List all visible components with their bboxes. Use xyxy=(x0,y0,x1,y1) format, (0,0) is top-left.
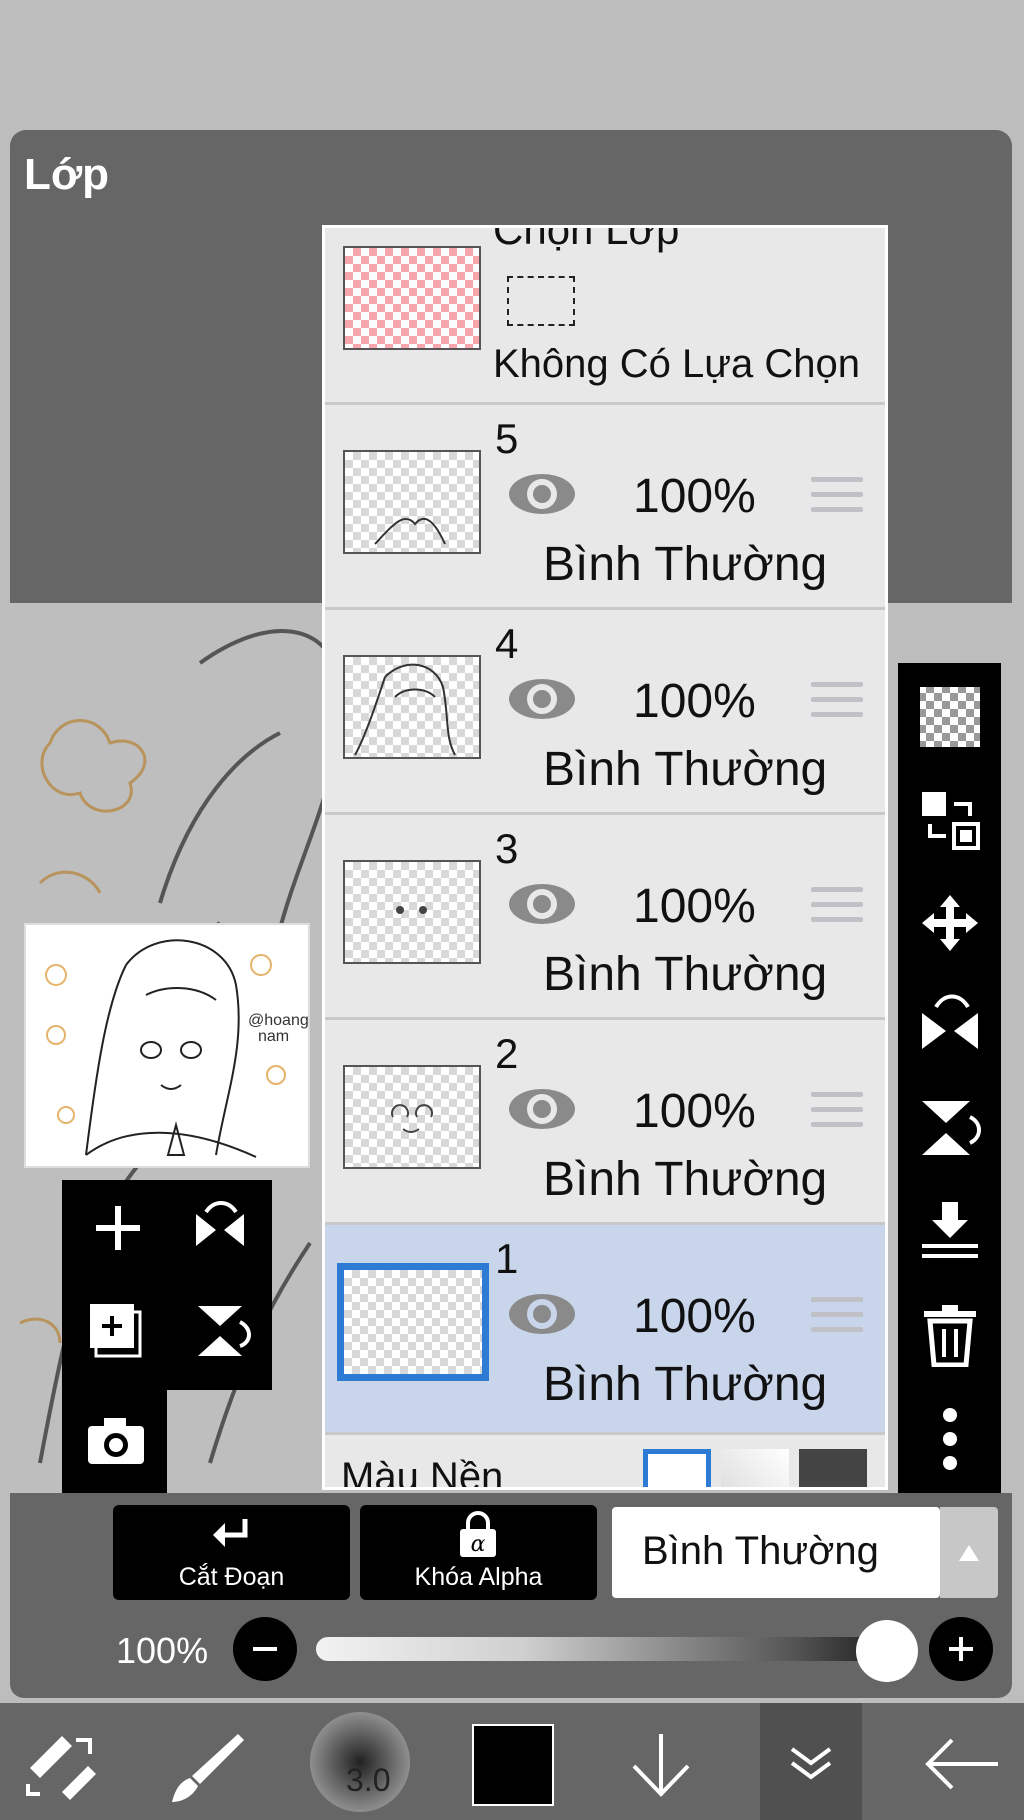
flip-vertical-icon[interactable] xyxy=(918,1095,982,1159)
drag-handle-icon[interactable] xyxy=(811,887,863,927)
layer-row[interactable]: 2 100% Bình Thường xyxy=(325,1020,885,1225)
blend-mode-value: Bình Thường xyxy=(642,1529,879,1573)
clip-arrow-icon xyxy=(213,1519,248,1547)
layer-thumbnail xyxy=(343,1065,481,1169)
layer-blend-mode: Bình Thường xyxy=(543,538,828,591)
layer-tools-strip xyxy=(898,663,1001,1493)
layer-thumbnail xyxy=(343,450,481,554)
move-icon[interactable] xyxy=(918,891,982,955)
eye-icon[interactable] xyxy=(507,471,577,517)
layers-menu-icon xyxy=(790,1747,832,1780)
layer-number: 4 xyxy=(495,620,519,667)
brush-size-value: 3.0 xyxy=(346,1762,391,1798)
layer-row[interactable]: 4 100% Bình Thường xyxy=(325,610,885,815)
bg-dark-option[interactable] xyxy=(799,1449,867,1487)
drag-handle-icon[interactable] xyxy=(811,477,863,517)
layer-row-selected[interactable]: 1 100% Bình Thường xyxy=(325,1225,885,1435)
drag-handle-icon[interactable] xyxy=(811,1092,863,1132)
camera-button[interactable] xyxy=(62,1390,167,1493)
selection-title: Chọn Lớp xyxy=(493,225,680,253)
bg-white-option[interactable] xyxy=(643,1449,711,1487)
drag-handle-icon[interactable] xyxy=(811,1297,863,1337)
opacity-value: 100% xyxy=(116,1630,209,1671)
layer-list: Chọn Lớp Không Có Lựa Chọn 5 100% Bình T… xyxy=(322,225,888,1490)
canvas-preview[interactable]: @hoang nam xyxy=(24,923,310,1168)
lock-icon: α xyxy=(460,1511,496,1557)
selection-status: Không Có Lựa Chọn xyxy=(493,342,861,386)
flip-horizontal-icon[interactable] xyxy=(918,993,982,1057)
layer-blend-mode: Bình Thường xyxy=(543,1358,828,1411)
drag-handle-icon[interactable] xyxy=(811,682,863,722)
background-color-label: Màu Nền xyxy=(341,1455,504,1490)
clipping-label: Cắt Đoạn xyxy=(178,1563,285,1591)
layer-number: 3 xyxy=(495,825,519,872)
transform-icon[interactable] xyxy=(22,1728,98,1800)
layer-number: 5 xyxy=(495,415,519,462)
layer-blend-mode: Bình Thường xyxy=(543,948,828,1001)
down-arrow-icon[interactable] xyxy=(628,1730,694,1800)
eye-icon[interactable] xyxy=(507,676,577,722)
alpha-lock-label: Khóa Alpha xyxy=(414,1563,543,1591)
camera-icon xyxy=(88,1418,144,1464)
swap-layer-icon[interactable] xyxy=(918,788,982,852)
marquee-icon xyxy=(507,276,575,326)
layer-opacity: 100% xyxy=(633,1290,756,1343)
flip-v-icon[interactable] xyxy=(190,1300,252,1362)
eye-icon[interactable] xyxy=(507,1291,577,1337)
layer-blend-mode: Bình Thường xyxy=(543,1153,828,1206)
brush-icon[interactable] xyxy=(170,1728,246,1804)
more-icon[interactable] xyxy=(918,1407,982,1471)
plus-icon xyxy=(949,1637,973,1661)
layer-number: 1 xyxy=(495,1235,519,1282)
svg-text:nam: nam xyxy=(258,1028,289,1045)
bg-checker-option[interactable] xyxy=(721,1449,789,1487)
opacity-increase-button[interactable] xyxy=(929,1617,993,1681)
merge-down-icon[interactable] xyxy=(918,1198,982,1262)
minus-icon xyxy=(253,1647,277,1651)
layer-opacity: 100% xyxy=(633,470,756,523)
trash-icon[interactable] xyxy=(918,1303,982,1367)
selection-thumbnail xyxy=(343,246,481,350)
layer-row[interactable]: 5 100% Bình Thường xyxy=(325,405,885,610)
layer-row[interactable]: 3 100% Bình Thường xyxy=(325,815,885,1020)
svg-text:@hoang: @hoang xyxy=(248,1012,308,1029)
opacity-decrease-button[interactable] xyxy=(233,1617,297,1681)
checkerboard-icon[interactable] xyxy=(918,685,982,749)
eye-icon[interactable] xyxy=(507,1086,577,1132)
add-layer-icon[interactable] xyxy=(90,1200,146,1256)
layer-opacity: 100% xyxy=(633,675,756,728)
duplicate-layer-icon[interactable] xyxy=(86,1300,148,1362)
flip-h-icon[interactable] xyxy=(190,1200,250,1260)
preview-sketch-image: @hoang nam xyxy=(45,939,309,1158)
selection-layer-row[interactable]: Chọn Lớp Không Có Lựa Chọn xyxy=(325,228,885,405)
layer-thumbnail xyxy=(337,1263,489,1381)
back-arrow-icon[interactable] xyxy=(922,1736,1002,1792)
layer-opacity: 100% xyxy=(633,880,756,933)
page-title: Lớp xyxy=(24,150,110,199)
blend-mode-dropdown-button[interactable] xyxy=(940,1507,998,1598)
layer-thumbnail xyxy=(343,655,481,759)
layer-quick-tools xyxy=(62,1180,272,1390)
color-swatch[interactable] xyxy=(472,1724,554,1806)
triangle-up-icon xyxy=(959,1545,979,1561)
opacity-slider-knob[interactable] xyxy=(856,1620,918,1682)
layer-thumbnail xyxy=(343,860,481,964)
layer-blend-mode: Bình Thường xyxy=(543,743,828,796)
opacity-slider[interactable] xyxy=(316,1637,912,1661)
layer-number: 2 xyxy=(495,1030,519,1077)
blend-mode-select[interactable]: Bình Thường xyxy=(612,1507,940,1598)
background-color-row: Màu Nền xyxy=(325,1435,885,1490)
layer-opacity: 100% xyxy=(633,1085,756,1138)
layers-menu-button[interactable] xyxy=(760,1703,862,1820)
clipping-button[interactable]: Cắt Đoạn xyxy=(113,1505,350,1600)
eye-icon[interactable] xyxy=(507,881,577,927)
svg-text:α: α xyxy=(471,1532,486,1557)
alpha-lock-button[interactable]: α Khóa Alpha xyxy=(360,1505,597,1600)
